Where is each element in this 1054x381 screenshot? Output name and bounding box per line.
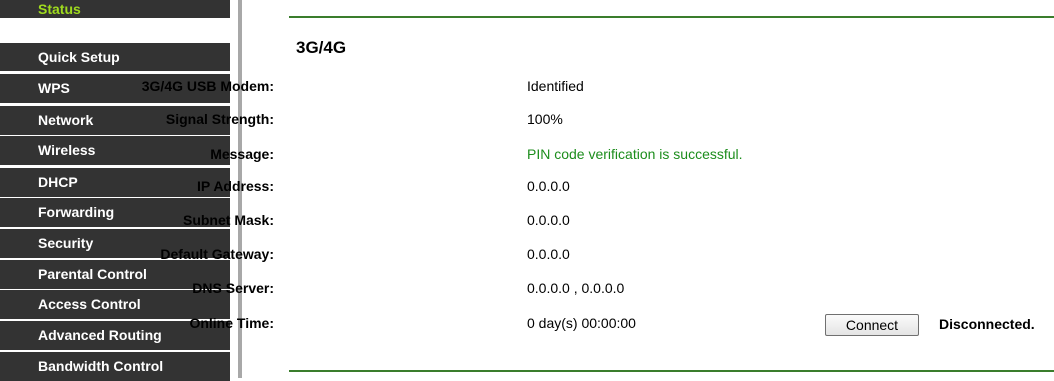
row-value-subnet-mask: 0.0.0.0 [527,212,570,228]
row-value-dns-server: 0.0.0.0 , 0.0.0.0 [527,280,625,296]
row-value-message: PIN code verification is successful. [527,146,743,162]
row-label-usb-modem: 3G/4G USB Modem: [141,78,274,94]
row-label-message: Message: [210,146,274,162]
sidebar-item-bandwidth-control[interactable]: Bandwidth Control [0,352,230,381]
bottom-rule [289,370,1054,372]
sidebar-item-quick-setup[interactable]: Quick Setup [0,43,230,71]
row-label-subnet-mask: Subnet Mask: [182,212,274,228]
row-label-ip-address: IP Address: [196,178,274,194]
row-label-signal-strength: Signal Strength: [165,111,274,127]
row-value-ip-address: 0.0.0.0 [527,178,570,194]
connect-button[interactable]: Connect [825,314,919,336]
row-label-dns-server: DNS Server: [192,280,274,296]
row-label-online-time: Online Time: [189,315,274,331]
row-value-default-gateway: 0.0.0.0 [527,246,570,262]
sidebar-item-status[interactable]: Status [0,0,230,18]
row-value-usb-modem: Identified [527,78,584,94]
row-value-signal-strength: 100% [527,111,563,127]
top-rule [289,16,1054,18]
row-value-online-time: 0 day(s) 00:00:00 [527,315,636,331]
row-label-default-gateway: Default Gateway: [160,246,274,262]
connection-status: Disconnected. [939,316,1035,332]
section-title: 3G/4G [296,38,347,57]
main-panel: 3G/4G 3G/4G USB Modem: Identified Signal… [142,0,1054,378]
